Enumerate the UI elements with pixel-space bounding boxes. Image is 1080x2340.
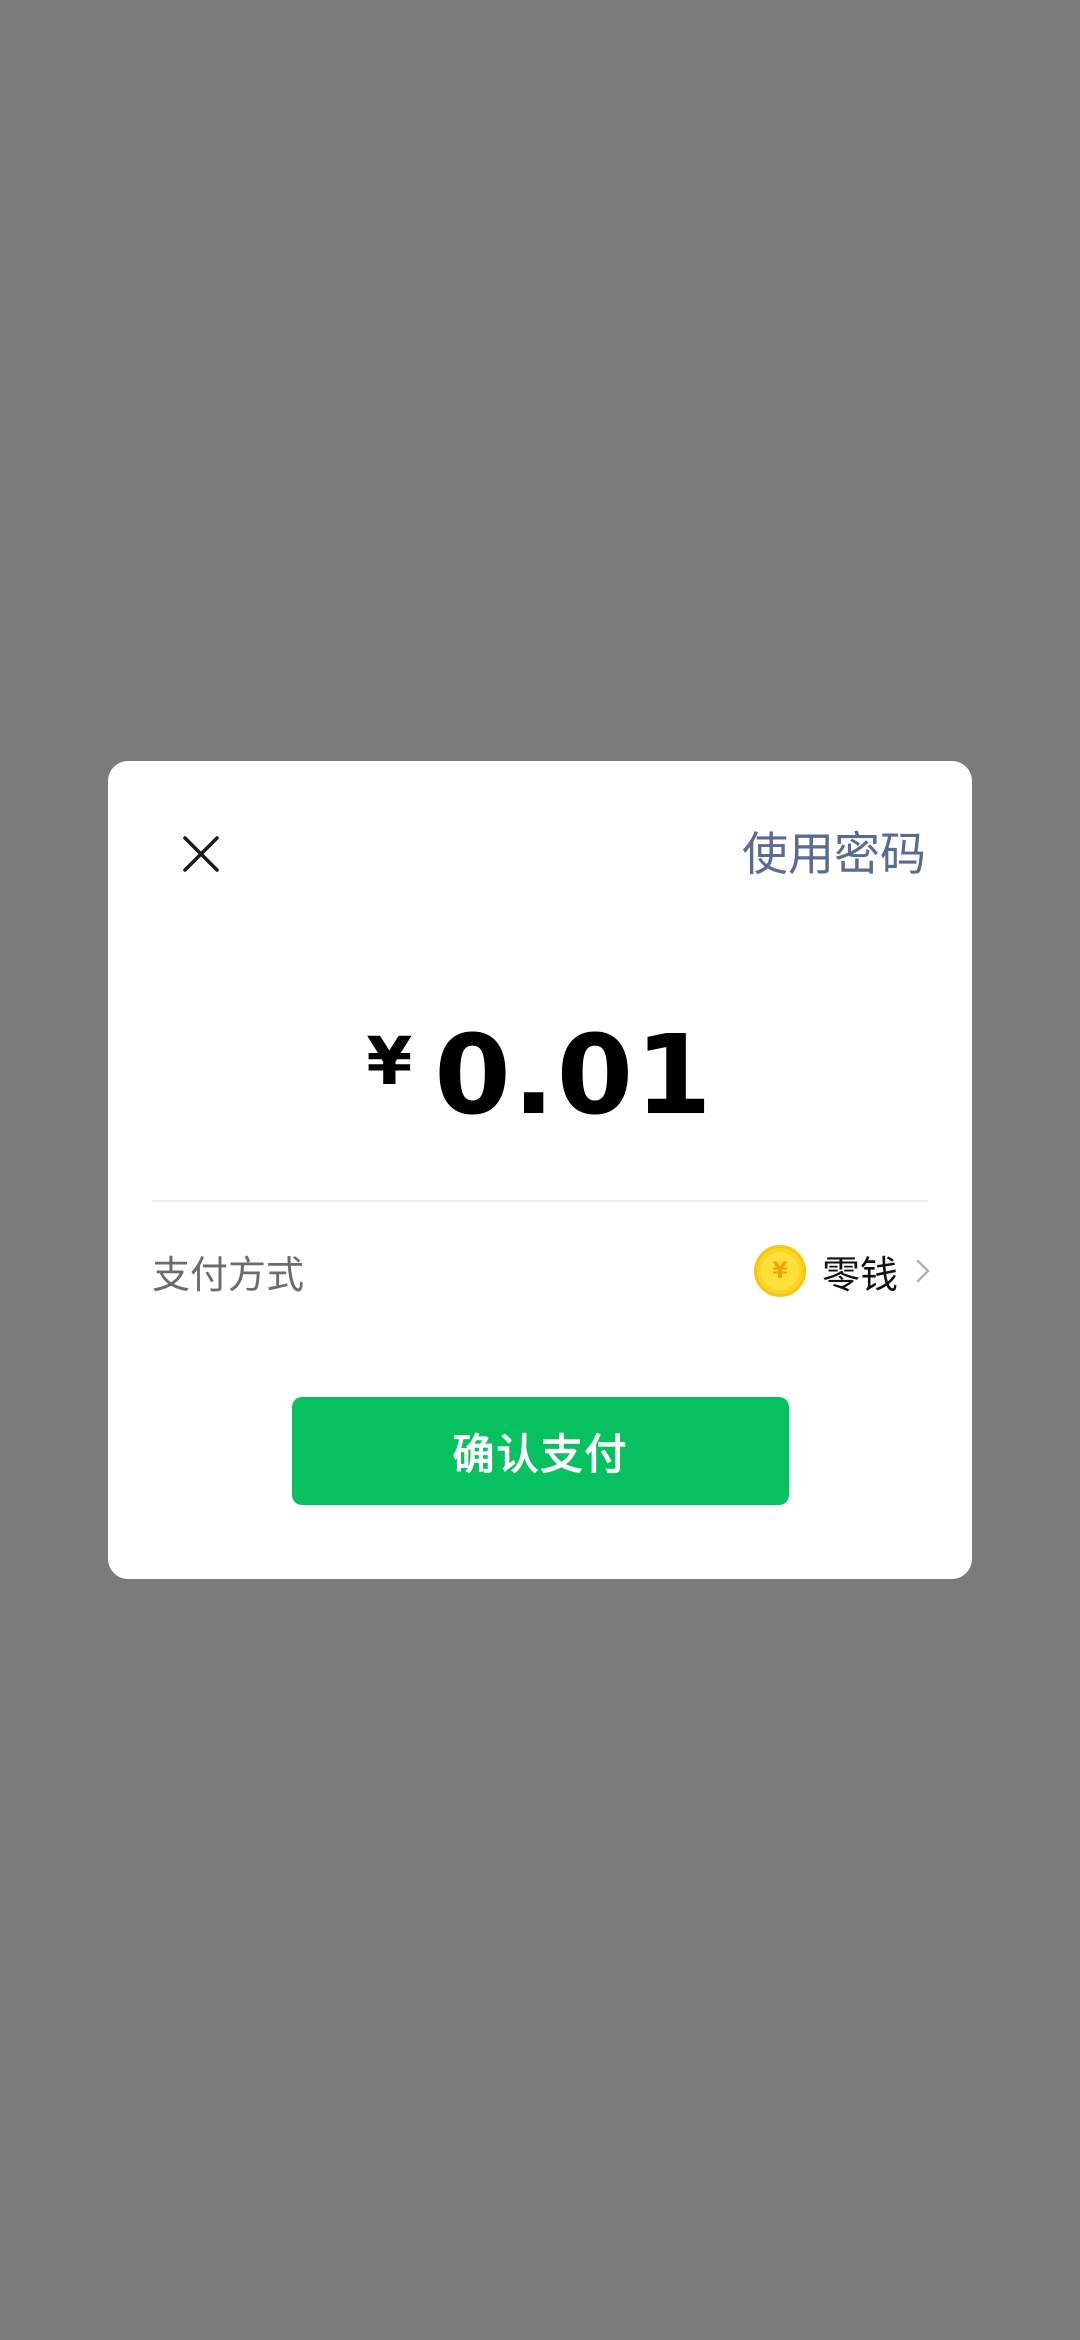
payment-dialog: 使用密码 ¥ 0.01 支付方式 ¥ 零钱 确认支付 [108, 761, 972, 1579]
close-icon [183, 836, 219, 872]
currency-symbol: ¥ [366, 1022, 413, 1100]
use-password-link[interactable]: 使用密码 [742, 809, 926, 899]
payment-amount: ¥ 0.01 [108, 1011, 972, 1139]
payment-method-row: 支付方式 ¥ 零钱 [152, 1233, 930, 1309]
payment-method-selector[interactable]: ¥ 零钱 [753, 1244, 930, 1299]
coin-icon: ¥ [753, 1245, 806, 1297]
chevron-right-icon [916, 1259, 930, 1283]
payment-method-label: 支付方式 [152, 1252, 305, 1297]
close-button[interactable] [156, 809, 246, 899]
confirm-payment-button[interactable]: 确认支付 [292, 1397, 789, 1505]
payment-method-name: 零钱 [821, 1252, 898, 1297]
coin-glyph: ¥ [760, 1252, 799, 1290]
divider [152, 1200, 928, 1202]
amount-value: 0.01 [434, 1011, 714, 1139]
